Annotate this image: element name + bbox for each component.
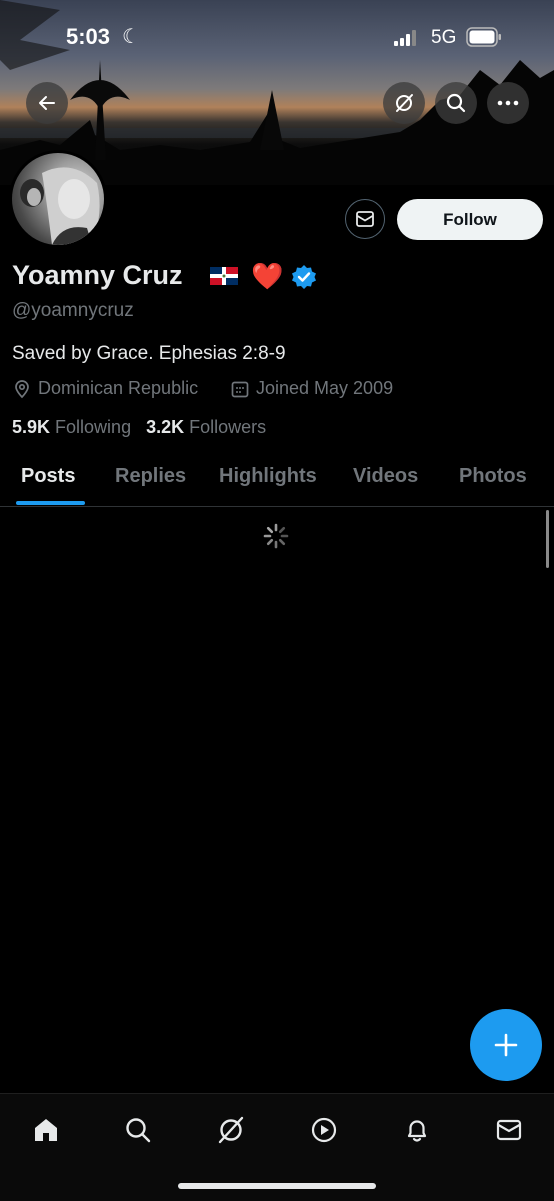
nav-search[interactable] — [118, 1110, 158, 1150]
profile-bio: Saved by Grace. Ephesias 2:8-9 — [12, 343, 286, 364]
tab-posts[interactable]: Posts — [21, 465, 75, 488]
tab-videos[interactable]: Videos — [353, 465, 418, 488]
back-button[interactable] — [26, 82, 68, 124]
location-text: Dominican Republic — [38, 378, 199, 398]
active-tab-indicator — [16, 501, 85, 505]
arrow-left-icon — [39, 96, 55, 110]
profile-joined: Joined May 2009 — [230, 378, 393, 399]
follow-counts: 5.9K Following 3.2K Followers — [12, 417, 266, 438]
following-link[interactable]: 5.9K Following — [12, 417, 131, 437]
location-pin-icon — [15, 379, 29, 398]
verified-badge-icon[interactable] — [291, 264, 317, 290]
status-bar: 5:03 ☾ 5G — [0, 0, 554, 70]
nav-notifications[interactable] — [397, 1110, 437, 1150]
followers-label: Followers — [189, 417, 267, 437]
dominican-flag-icon — [210, 267, 238, 285]
home-icon — [35, 1119, 57, 1141]
followers-link[interactable]: 3.2K Followers — [146, 417, 266, 437]
search-icon — [126, 1118, 151, 1143]
battery-icon — [466, 27, 501, 47]
heart-emoji: ❤️ — [251, 261, 284, 291]
grok-icon — [396, 94, 413, 112]
home-indicator — [178, 1183, 376, 1189]
follow-button[interactable]: Follow — [397, 199, 543, 240]
profile-location: Dominican Republic — [12, 378, 198, 399]
bell-icon — [407, 1120, 427, 1142]
more-button[interactable] — [487, 82, 529, 124]
scrollbar[interactable] — [546, 510, 549, 568]
profile-name: Yoamny Cruz — [12, 260, 183, 290]
focus-moon-icon: ☾ — [122, 26, 140, 48]
nav-messages[interactable] — [489, 1110, 529, 1150]
following-label: Following — [55, 417, 132, 437]
calendar-icon — [231, 381, 249, 397]
grok-button[interactable] — [383, 82, 425, 124]
nav-grok[interactable] — [211, 1110, 251, 1150]
tab-photos[interactable]: Photos — [459, 465, 527, 488]
network-type: 5G — [431, 27, 457, 48]
play-icon — [311, 1117, 337, 1143]
mail-icon — [496, 1119, 522, 1141]
message-button[interactable] — [345, 199, 385, 239]
status-time: 5:03 — [66, 24, 111, 49]
search-icon — [446, 93, 466, 113]
search-button[interactable] — [435, 82, 477, 124]
plus-icon — [494, 1033, 518, 1057]
following-count: 5.9K — [12, 417, 51, 437]
compose-button[interactable] — [470, 1009, 542, 1081]
profile-handle: @yoamnycruz — [12, 300, 134, 321]
cellular-signal-icon — [394, 30, 416, 46]
nav-video[interactable] — [304, 1110, 344, 1150]
more-horizontal-icon — [497, 100, 519, 106]
profile-tabs: Posts Replies Highlights Videos Photos — [0, 455, 554, 507]
mail-icon — [356, 211, 374, 227]
avatar-image — [12, 153, 104, 245]
tab-replies[interactable]: Replies — [115, 465, 186, 488]
avatar[interactable] — [9, 150, 107, 248]
nav-home[interactable] — [26, 1110, 66, 1150]
tab-highlights[interactable]: Highlights — [219, 465, 317, 488]
followers-count: 3.2K — [146, 417, 185, 437]
loading-spinner-icon — [263, 523, 289, 549]
joined-text: Joined May 2009 — [256, 378, 394, 398]
grok-icon — [218, 1116, 244, 1144]
